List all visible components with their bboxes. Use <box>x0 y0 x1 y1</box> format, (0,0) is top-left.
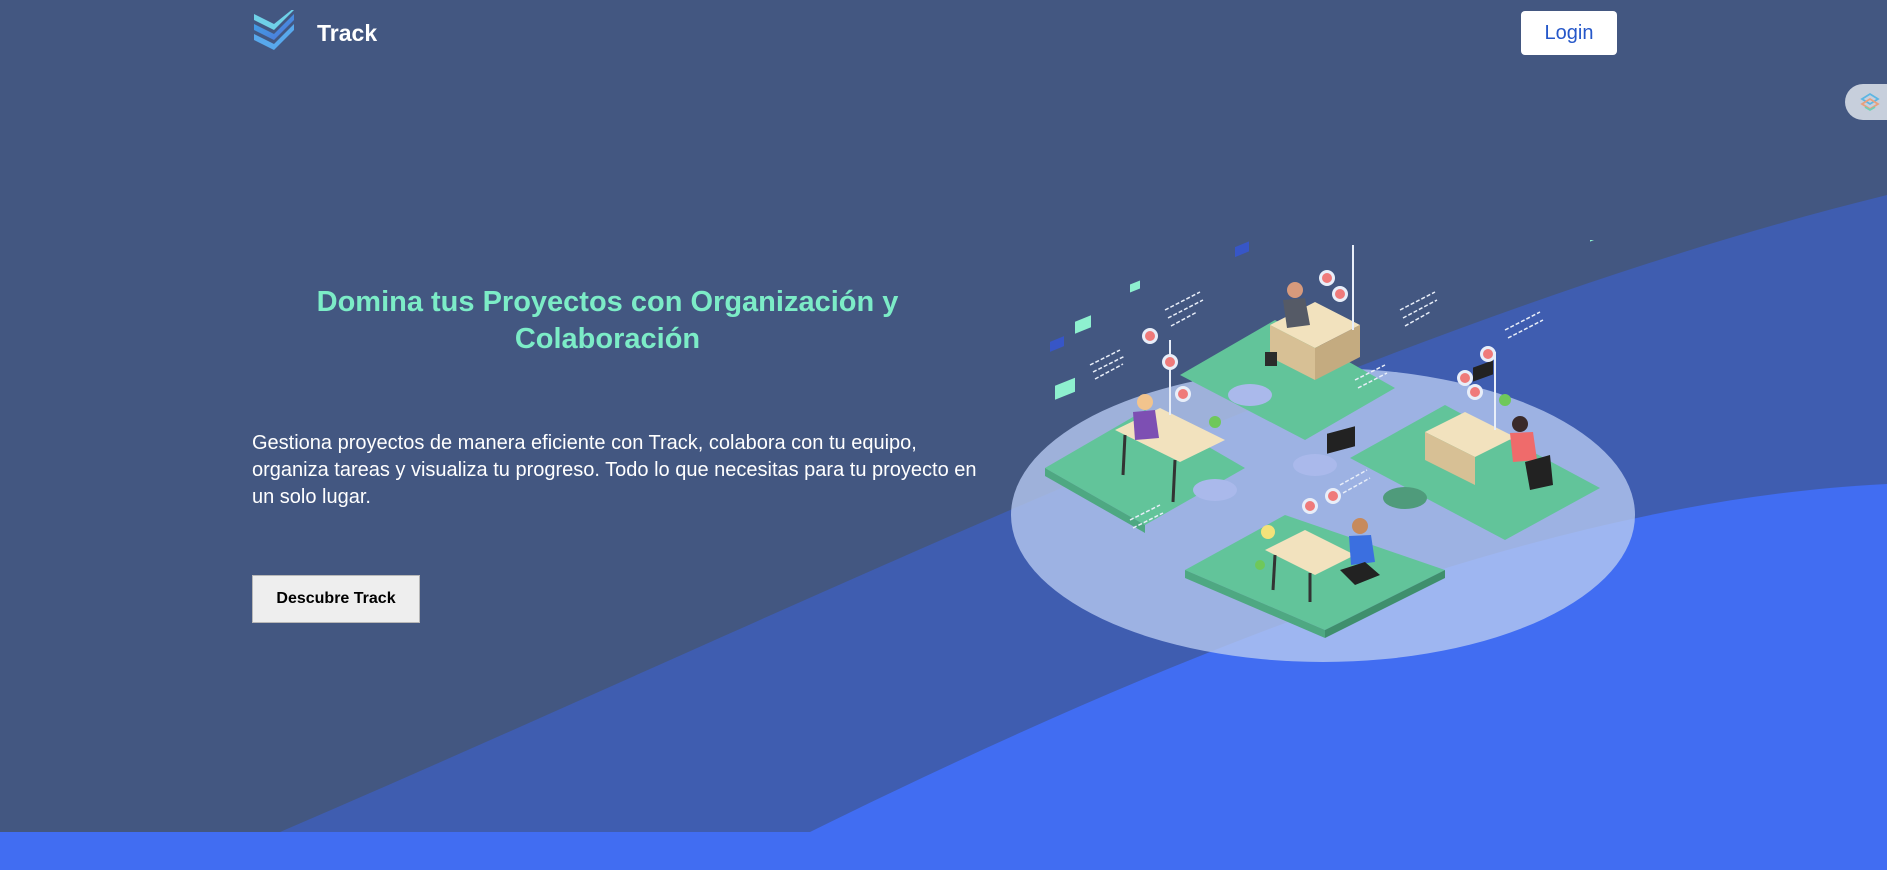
hero-title: Domina tus Proyectos con Organización y … <box>316 286 899 355</box>
layered-shapes-icon <box>1860 92 1880 112</box>
brand-name: Track <box>317 19 378 46</box>
stacked-chevrons-logo-icon <box>254 10 294 50</box>
hero-description: Gestiona proyectos de manera eficiente c… <box>252 432 977 508</box>
team-collaboration-illustration <box>1011 240 1635 662</box>
brand-logo[interactable]: Track <box>252 10 377 56</box>
navbar: Track Login <box>0 0 1887 68</box>
login-button[interactable]: Login <box>1521 11 1617 55</box>
discover-track-button[interactable]: Descubre Track <box>252 575 420 623</box>
side-widget-button[interactable] <box>1845 84 1887 120</box>
background-bottom-band <box>0 832 1887 870</box>
